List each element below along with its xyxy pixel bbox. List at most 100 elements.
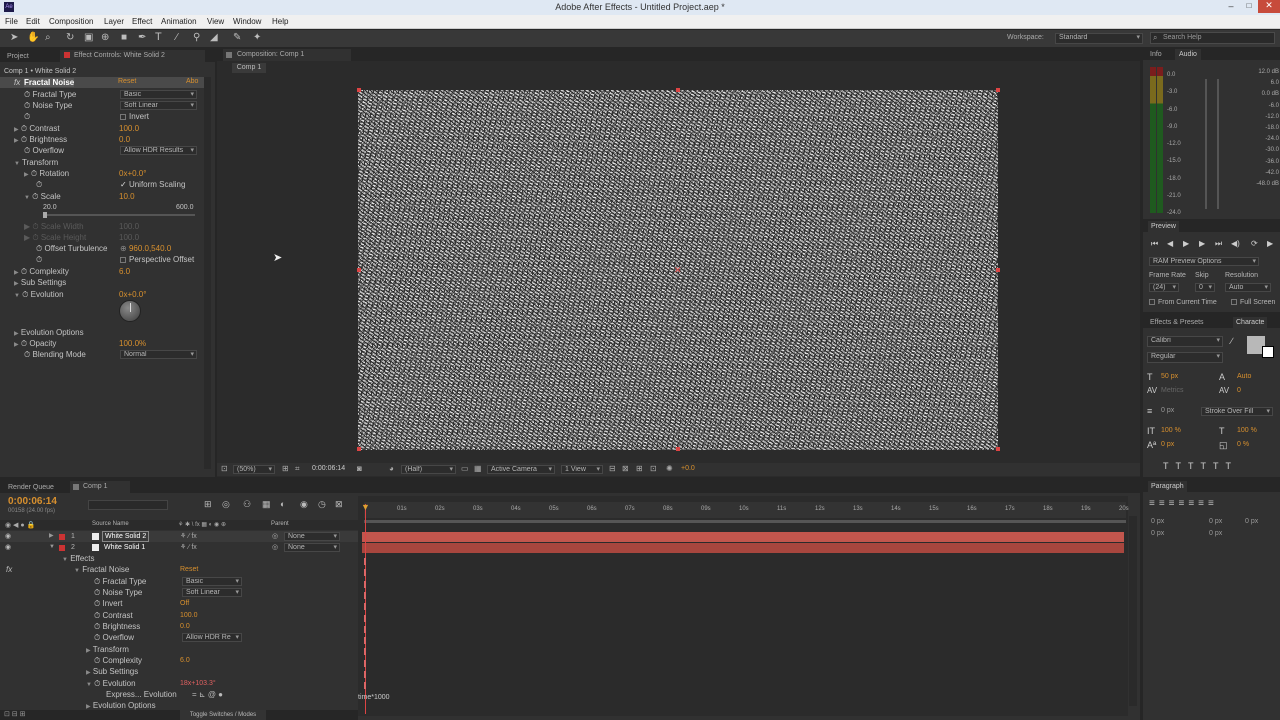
- ram-preview-dropdown[interactable]: RAM Preview Options: [1149, 257, 1259, 266]
- resolution-dropdown[interactable]: (Half): [401, 465, 456, 474]
- expression-text[interactable]: time*1000: [358, 694, 390, 701]
- frame-blending-icon[interactable]: ▦: [262, 499, 271, 510]
- snapshot-icon[interactable]: ◙: [357, 464, 362, 473]
- layer-row[interactable]: ◉ ▶ 1 White Solid 2 ⚘ ∕ fx ◎ None: [0, 531, 358, 542]
- collapse-arrow-icon[interactable]: ▼: [14, 161, 20, 167]
- layer-row[interactable]: ◉ ▼ 2 White Solid 1 ⚘ ∕ fx ◎ None: [0, 542, 358, 553]
- menu-layer[interactable]: Layer: [104, 17, 124, 26]
- source-name-header[interactable]: Source Name: [92, 521, 129, 527]
- layer-switches[interactable]: ⚘ ∕ fx: [180, 531, 197, 542]
- layer-handle[interactable]: [996, 268, 1000, 272]
- tl-fractal-type-dropdown[interactable]: Basic: [182, 577, 242, 586]
- layer-handle[interactable]: [357, 268, 361, 272]
- expand-arrow-icon[interactable]: ▶: [14, 127, 19, 133]
- fractal-type-dropdown[interactable]: Basic: [120, 90, 197, 99]
- opacity-value[interactable]: 100.0%: [119, 338, 146, 349]
- scale-value[interactable]: 10.0: [119, 191, 135, 202]
- paragraph-align-buttons[interactable]: ≡≡≡≡≡≡≡: [1149, 498, 1218, 509]
- tab-comp[interactable]: Comp 1: [70, 481, 130, 493]
- tl-evolution-value[interactable]: 18x+103.3°: [180, 678, 216, 689]
- complexity-value[interactable]: 6.0: [119, 266, 130, 277]
- layer-bar-2[interactable]: [362, 543, 1124, 553]
- frame-rate-dropdown[interactable]: (24): [1149, 283, 1179, 292]
- prop-rotation[interactable]: ▶ ⏱ Rotation: [24, 168, 69, 179]
- tl-overflow-dropdown[interactable]: Allow HDR Re: [182, 633, 242, 642]
- channel-icon[interactable]: ◕: [389, 464, 394, 473]
- toggle-pixel-icon[interactable]: ⊟: [609, 464, 616, 473]
- audio-slider-left[interactable]: [1205, 79, 1207, 209]
- roto-brush-tool-icon[interactable]: ✎: [233, 32, 241, 43]
- prev-frame-icon[interactable]: ◀: [1167, 239, 1173, 248]
- menu-edit[interactable]: Edit: [26, 17, 40, 26]
- anchor-point-icon[interactable]: ✕: [674, 265, 682, 276]
- perspective-offset-checkbox[interactable]: Perspective Offset: [120, 254, 194, 265]
- menu-composition[interactable]: Composition: [49, 17, 93, 26]
- layer-name[interactable]: White Solid 1: [104, 542, 145, 553]
- skip-dropdown[interactable]: 0: [1195, 283, 1215, 292]
- contrast-value[interactable]: 100.0: [119, 123, 139, 134]
- expand-arrow-icon[interactable]: ▶: [14, 331, 19, 337]
- zoom-dropdown[interactable]: (50%): [233, 465, 275, 474]
- group-evolution-options[interactable]: ▶ Evolution Options: [14, 327, 84, 338]
- brainstorm-icon[interactable]: ◉: [300, 499, 308, 510]
- stopwatch-icon[interactable]: ⏱: [24, 101, 30, 110]
- tl-contrast-value[interactable]: 100.0: [180, 610, 198, 621]
- noise-type-dropdown[interactable]: Soft Linear: [120, 101, 197, 110]
- tab-effect-controls[interactable]: Effect Controls: White Solid 2: [60, 50, 205, 62]
- playhead-icon[interactable]: ▼: [361, 502, 370, 512]
- tl-noise-type-dropdown[interactable]: Soft Linear: [182, 588, 242, 597]
- loop-icon[interactable]: ⟳: [1251, 239, 1258, 248]
- blending-mode-dropdown[interactable]: Normal: [120, 350, 197, 359]
- expand-arrow-icon[interactable]: ▶: [86, 670, 91, 676]
- left-scrollbar[interactable]: [204, 77, 211, 469]
- brightness-value[interactable]: 0.0: [119, 134, 130, 145]
- pickwhip-icon[interactable]: ◎: [272, 542, 278, 553]
- stroke-style-dropdown[interactable]: Stroke Over Fill: [1201, 407, 1273, 416]
- transparency-grid-icon[interactable]: ▦: [474, 464, 482, 473]
- scale-slider-handle[interactable]: [43, 212, 47, 218]
- stopwatch-icon[interactable]: ⏱: [24, 146, 30, 155]
- parent-dropdown[interactable]: None: [284, 532, 340, 541]
- tsume-value[interactable]: 0 %: [1237, 441, 1249, 448]
- resolution-preview-dropdown[interactable]: Auto: [1225, 283, 1271, 292]
- tab-composition[interactable]: Composition: Comp 1: [223, 49, 351, 61]
- prop-contrast[interactable]: ▶ ⏱ Contrast: [14, 123, 60, 134]
- evolution-dial[interactable]: [119, 300, 141, 322]
- collapse-arrow-icon[interactable]: ▼: [14, 293, 20, 299]
- stroke-color-swatch[interactable]: [1262, 346, 1274, 358]
- footer-icons[interactable]: ⊡ ⊟ ⊞: [4, 710, 26, 718]
- timeline-timecode[interactable]: 0:00:06:14: [8, 496, 57, 507]
- stopwatch-icon[interactable]: ⏱: [36, 244, 42, 253]
- exposure-icon[interactable]: ✺: [666, 464, 673, 473]
- work-area-bar[interactable]: [364, 520, 1126, 523]
- audio-toggle-icon[interactable]: ◀): [1231, 239, 1240, 248]
- tab-info[interactable]: Info: [1150, 49, 1162, 60]
- tl-complexity-value[interactable]: 6.0: [180, 655, 190, 666]
- region-of-interest-icon[interactable]: ▭: [461, 464, 469, 473]
- stopwatch-icon[interactable]: ⏱: [24, 90, 30, 99]
- prop-brightness[interactable]: ▶ ⏱ Brightness: [14, 134, 67, 145]
- indent-right-value[interactable]: 0 px: [1209, 518, 1222, 525]
- hand-tool-icon[interactable]: ✋: [27, 32, 39, 43]
- menu-help[interactable]: Help: [272, 17, 288, 26]
- collapse-arrow-icon[interactable]: ▼: [74, 568, 80, 574]
- timeline-icon[interactable]: ⊞: [636, 464, 643, 473]
- tab-project[interactable]: Project: [7, 51, 29, 62]
- expand-arrow-icon[interactable]: ▶: [14, 281, 19, 287]
- comp-subtab[interactable]: Comp 1: [232, 63, 266, 73]
- group-transform[interactable]: ▼ Transform: [14, 157, 58, 168]
- baseline-shift-value[interactable]: 0 px: [1161, 441, 1174, 448]
- stopwatch-icon[interactable]: ⏱: [24, 350, 30, 359]
- first-frame-icon[interactable]: ⏮: [1151, 239, 1158, 249]
- type-tool-icon[interactable]: T: [155, 31, 162, 43]
- graph-editor-icon[interactable]: ⊠: [335, 499, 343, 510]
- layer-bar-1[interactable]: [362, 532, 1124, 542]
- expand-arrow-icon[interactable]: ▶: [24, 172, 29, 178]
- group-sub-settings[interactable]: ▶ Sub Settings: [14, 277, 66, 288]
- brush-tool-icon[interactable]: ∕: [176, 32, 178, 43]
- shy-icon[interactable]: ⚇: [243, 499, 251, 510]
- checkbox-box[interactable]: [120, 113, 126, 120]
- menu-window[interactable]: Window: [233, 17, 261, 26]
- rotation-value[interactable]: 0x+0.0°: [119, 168, 146, 179]
- minimize-button[interactable]: –: [1222, 1, 1240, 13]
